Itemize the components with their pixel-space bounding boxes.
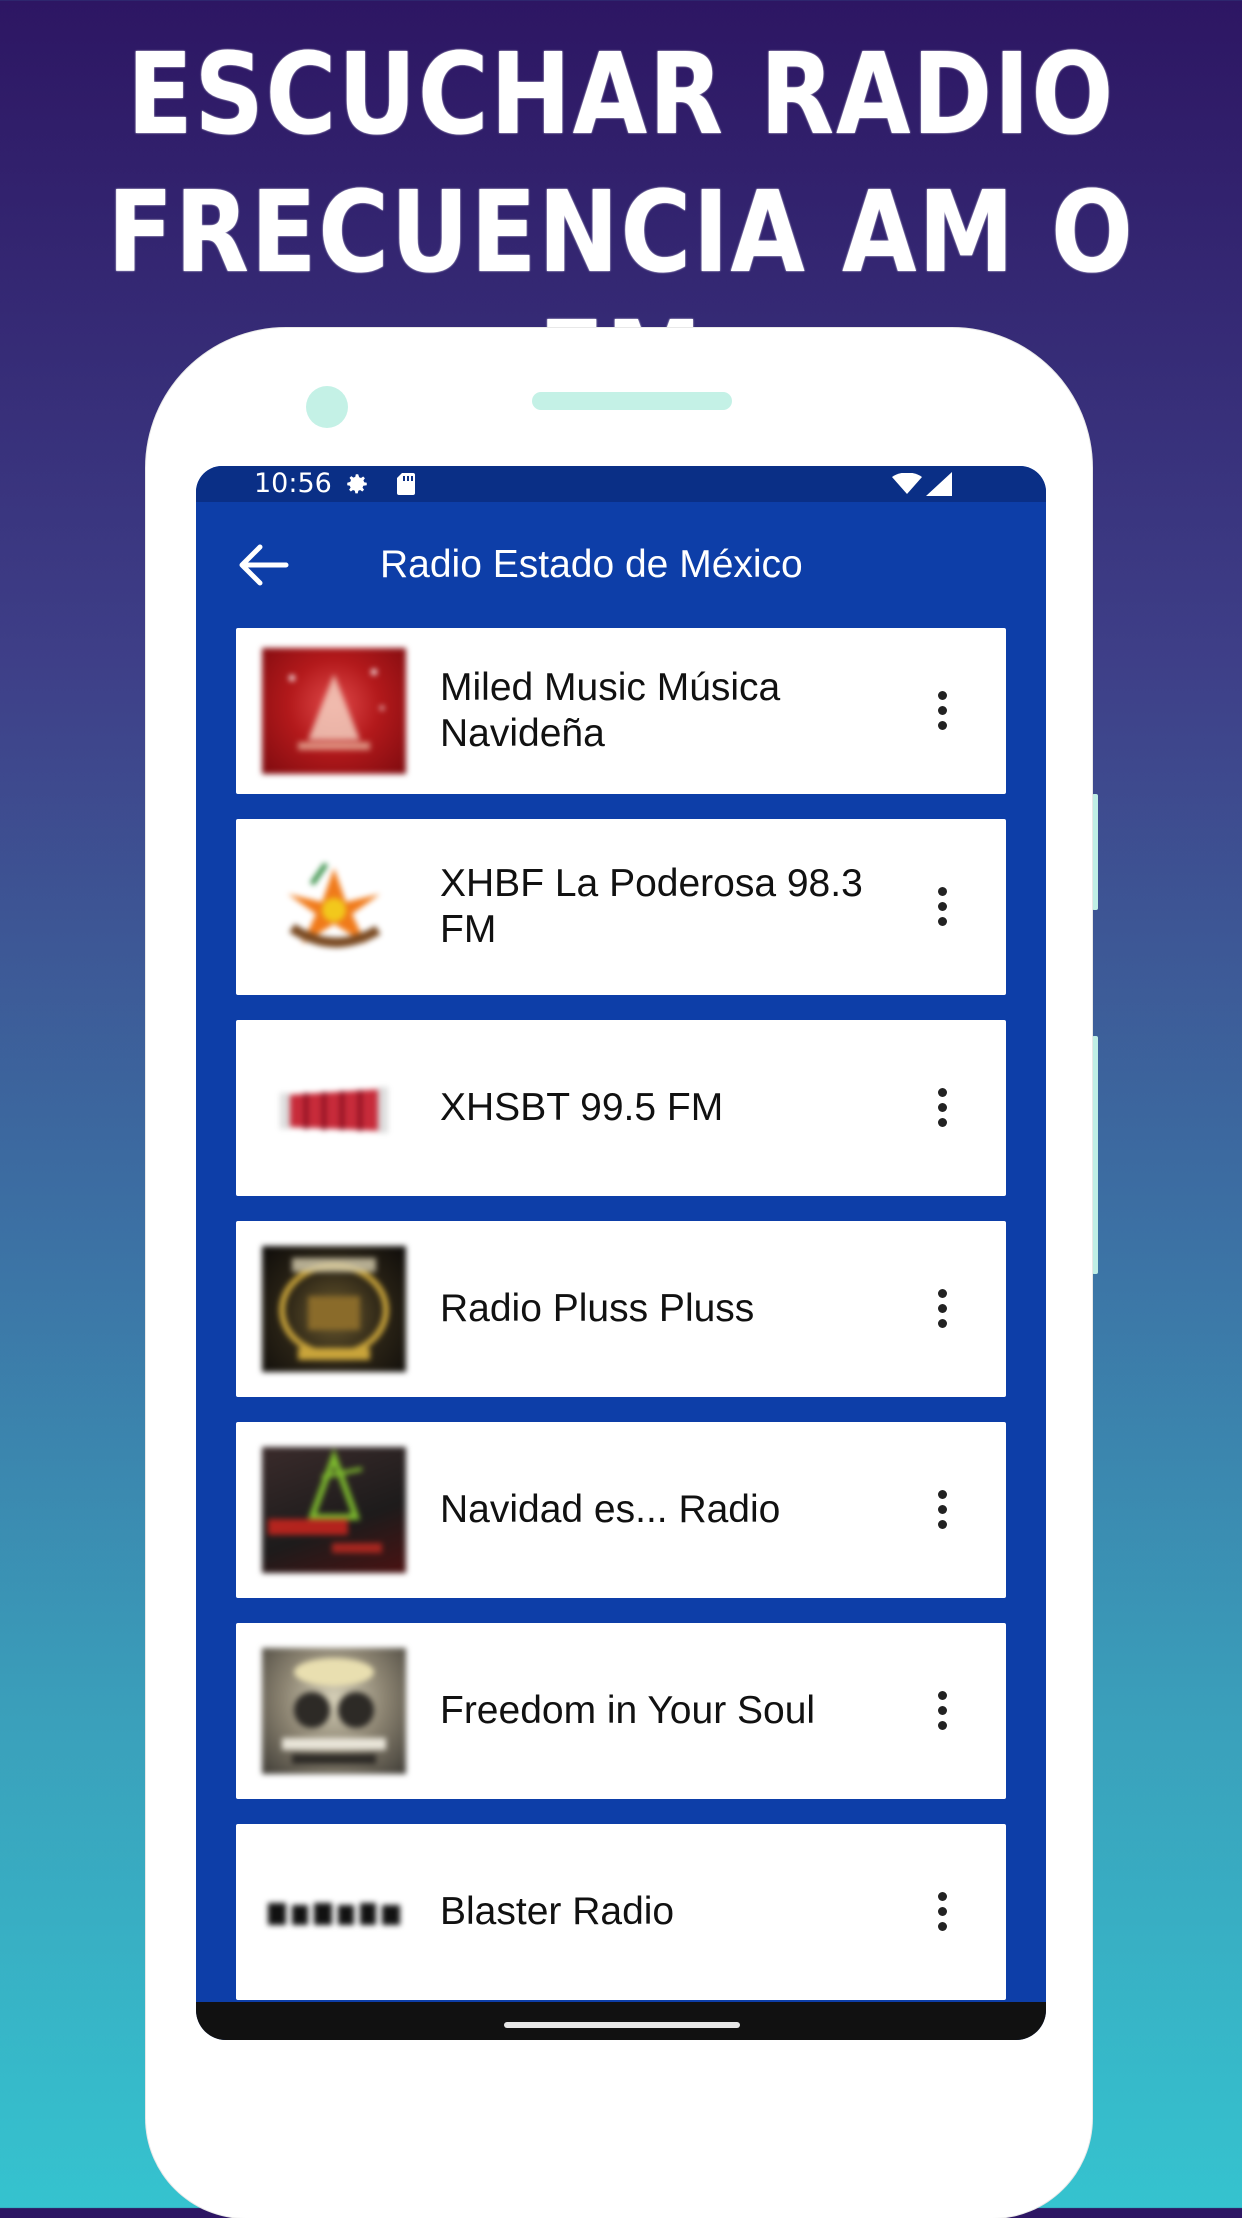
- station-name: Radio Pluss Pluss: [440, 1287, 755, 1330]
- station-card[interactable]: Radio Pluss Pluss: [236, 1221, 1006, 1397]
- gear-icon: [347, 474, 367, 494]
- status-bar: 10:56: [196, 466, 1046, 502]
- station-card[interactable]: Navidad es... Radio: [236, 1422, 1006, 1598]
- station-card[interactable]: XHSBT 99.5 FM: [236, 1020, 1006, 1196]
- arrow-left-icon[interactable]: [234, 540, 290, 590]
- station-card[interactable]: Blaster Radio: [236, 1824, 1006, 2000]
- station-name: Miled Music Música Navideña: [440, 666, 781, 755]
- earpiece-speaker: [532, 392, 732, 410]
- station-card[interactable]: Freedom in Your Soul: [236, 1623, 1006, 1799]
- promo-title-line-1: ESCUCHAR RADIO: [126, 30, 1116, 160]
- station-logo: [262, 1849, 406, 1975]
- wifi-icon: [892, 473, 922, 494]
- station-logo: [262, 1045, 406, 1171]
- phone-volume-button: [1092, 794, 1098, 910]
- station-logo: [262, 844, 406, 970]
- app-screen: 10:56 Radio Estado de México Miled Music…: [196, 466, 1046, 2040]
- phone-frame: 10:56 Radio Estado de México Miled Music…: [146, 328, 1092, 2218]
- station-logo: [262, 648, 406, 774]
- sd-card-icon: [397, 473, 415, 495]
- station-card[interactable]: Miled Music Música Navideña: [236, 628, 1006, 794]
- more-vert-icon[interactable]: [930, 1486, 954, 1534]
- phone-power-button: [1092, 1036, 1098, 1274]
- more-vert-icon[interactable]: [930, 883, 954, 931]
- more-vert-icon[interactable]: [930, 1285, 954, 1333]
- page-title: Radio Estado de México: [380, 543, 803, 586]
- station-name: Navidad es... Radio: [440, 1488, 781, 1531]
- more-vert-icon[interactable]: [930, 1687, 954, 1735]
- station-logo: [262, 1246, 406, 1372]
- station-name: Freedom in Your Soul: [440, 1689, 816, 1732]
- status-time: 10:56: [254, 468, 332, 499]
- more-vert-icon[interactable]: [930, 687, 954, 735]
- more-vert-icon[interactable]: [930, 1084, 954, 1132]
- station-logo: [262, 1648, 406, 1774]
- home-gesture-handle[interactable]: [504, 2022, 740, 2028]
- navigation-bar: [196, 2002, 1046, 2040]
- station-logo: [262, 1447, 406, 1573]
- station-name: Blaster Radio: [440, 1890, 675, 1933]
- station-name: XHSBT 99.5 FM: [440, 1086, 724, 1129]
- more-vert-icon[interactable]: [930, 1888, 954, 1936]
- station-name: XHBF La Poderosa 98.3 FM: [440, 862, 863, 951]
- app-bar: Radio Estado de México: [196, 502, 1046, 628]
- station-card[interactable]: XHBF La Poderosa 98.3 FM: [236, 819, 1006, 995]
- signal-icon: [926, 472, 952, 496]
- front-camera: [306, 386, 348, 428]
- station-list: Miled Music Música Navideña XHBF La Pode…: [236, 628, 1006, 2025]
